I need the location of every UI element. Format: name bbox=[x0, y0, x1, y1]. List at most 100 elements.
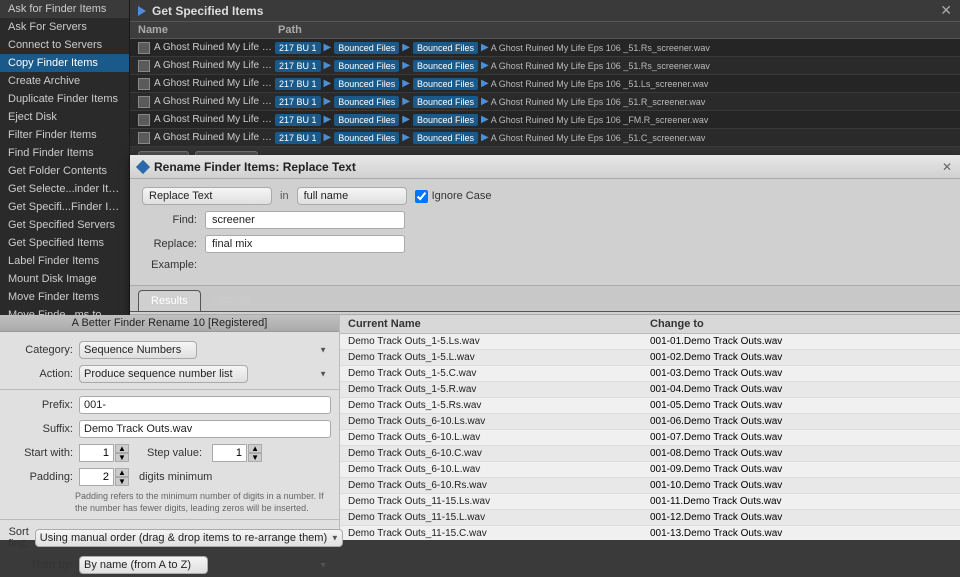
list-item[interactable]: Demo Track Outs_11-15.C.wav001-13.Demo T… bbox=[340, 526, 960, 540]
list-item[interactable]: Demo Track Outs_11-15.L.wav001-12.Demo T… bbox=[340, 510, 960, 526]
step-increment[interactable]: ▲ bbox=[248, 444, 262, 453]
sidebar-item-label: Label Finder Items bbox=[8, 255, 99, 267]
category-label: Category: bbox=[8, 344, 73, 356]
category-select[interactable]: Sequence Numbers bbox=[79, 341, 197, 359]
start-decrement[interactable]: ▼ bbox=[115, 453, 129, 462]
sidebar-item-ask-finder[interactable]: Ask for Finder Items bbox=[0, 0, 129, 18]
replace-input[interactable] bbox=[205, 235, 405, 253]
change-to-name: 001-02.Demo Track Outs.wav bbox=[650, 352, 952, 363]
thenby-select[interactable]: By name (from A to Z) bbox=[79, 556, 208, 574]
list-item[interactable]: Demo Track Outs_6-10.Rs.wav001-10.Demo T… bbox=[340, 478, 960, 494]
suffix-input[interactable] bbox=[79, 420, 331, 438]
path-folder: 217 BU 1 bbox=[275, 42, 321, 54]
current-name: Demo Track Outs_1-5.Rs.wav bbox=[348, 400, 650, 411]
path-arrow-icon: ▶ bbox=[481, 42, 489, 53]
path-folder: Bounced Files bbox=[413, 114, 478, 126]
sidebar-item-get-folder[interactable]: Get Folder Contents bbox=[0, 162, 129, 180]
col-changeto-header: Change to bbox=[650, 318, 952, 330]
change-to-name: 001-08.Demo Track Outs.wav bbox=[650, 448, 952, 459]
current-name: Demo Track Outs_6-10.Rs.wav bbox=[348, 480, 650, 491]
list-item[interactable]: Demo Track Outs_6-10.C.wav001-08.Demo Tr… bbox=[340, 446, 960, 462]
current-name: Demo Track Outs_6-10.Ls.wav bbox=[348, 416, 650, 427]
field-select[interactable]: full name bbox=[297, 187, 407, 205]
path-folder: 217 BU 1 bbox=[275, 132, 321, 144]
rename-tab-results[interactable]: Results bbox=[138, 290, 201, 311]
list-item[interactable]: Demo Track Outs_6-10.L.wav001-07.Demo Tr… bbox=[340, 430, 960, 446]
table-row[interactable]: A Ghost Ruined My Life Eps 10t217 BU 1▶B… bbox=[130, 39, 960, 57]
sidebar-item-label-finder[interactable]: Label Finder Items bbox=[0, 252, 129, 270]
sidebar-item-find-finder[interactable]: Find Finder Items bbox=[0, 144, 129, 162]
step-input[interactable] bbox=[212, 444, 247, 462]
sidebar-item-create-archive[interactable]: Create Archive bbox=[0, 72, 129, 90]
list-item[interactable]: Demo Track Outs_1-5.Ls.wav001-01.Demo Tr… bbox=[340, 334, 960, 350]
file-icon bbox=[138, 96, 150, 108]
list-item[interactable]: Demo Track Outs_11-15.Ls.wav001-11.Demo … bbox=[340, 494, 960, 510]
sidebar-item-duplicate-finder[interactable]: Duplicate Finder Items bbox=[0, 90, 129, 108]
table-row[interactable]: A Ghost Ruined My Life Eps 10t217 BU 1▶B… bbox=[130, 75, 960, 93]
list-item[interactable]: Demo Track Outs_1-5.C.wav001-03.Demo Tra… bbox=[340, 366, 960, 382]
path-arrow-icon: ▶ bbox=[402, 96, 410, 107]
step-decrement[interactable]: ▼ bbox=[248, 453, 262, 462]
file-name: A Ghost Ruined My Life Eps 10t bbox=[154, 132, 274, 143]
list-item[interactable]: Demo Track Outs_1-5.Rs.wav001-05.Demo Tr… bbox=[340, 398, 960, 414]
ignore-case-label: Ignore Case bbox=[415, 190, 492, 203]
path-filename: A Ghost Ruined My Life Eps 106 _FM.R_scr… bbox=[491, 115, 709, 125]
path-arrow-icon: ▶ bbox=[402, 60, 410, 71]
triangle-icon bbox=[138, 6, 146, 16]
find-input[interactable] bbox=[205, 211, 405, 229]
path-arrow-icon: ▶ bbox=[324, 132, 332, 143]
path-arrow-icon: ▶ bbox=[324, 96, 332, 107]
abfr-action-select[interactable]: Produce sequence number list bbox=[79, 365, 248, 383]
action-select[interactable]: Replace Text bbox=[142, 187, 272, 205]
padding-input[interactable] bbox=[79, 468, 114, 486]
thenby-arrow-icon: ▼ bbox=[319, 561, 327, 570]
sidebar-item-get-specifi[interactable]: Get Specifi...Finder Items bbox=[0, 198, 129, 216]
sidebar-item-move-finder[interactable]: Move Finder Items bbox=[0, 288, 129, 306]
start-increment[interactable]: ▲ bbox=[115, 444, 129, 453]
padding-increment[interactable]: ▲ bbox=[115, 468, 129, 477]
file-icon bbox=[138, 78, 150, 90]
list-item[interactable]: Demo Track Outs_1-5.L.wav001-02.Demo Tra… bbox=[340, 350, 960, 366]
path-arrow-icon: ▶ bbox=[324, 60, 332, 71]
sidebar-item-label: Connect to Servers bbox=[8, 39, 102, 51]
sidebar-item-mount-disk[interactable]: Mount Disk Image bbox=[0, 270, 129, 288]
path-filename: A Ghost Ruined My Life Eps 106 _51.Ls_sc… bbox=[491, 79, 709, 89]
list-item[interactable]: Demo Track Outs_1-5.R.wav001-04.Demo Tra… bbox=[340, 382, 960, 398]
find-label: Find: bbox=[142, 214, 197, 226]
path-filename: A Ghost Ruined My Life Eps 106 _51.R_scr… bbox=[491, 97, 706, 107]
sidebar-item-get-specified-servers[interactable]: Get Specified Servers bbox=[0, 216, 129, 234]
padding-unit-label: digits minimum bbox=[139, 471, 212, 483]
panel-close-button[interactable]: ✕ bbox=[940, 2, 952, 19]
table-row[interactable]: A Ghost Ruined My Life Eps 10t217 BU 1▶B… bbox=[130, 93, 960, 111]
sidebar-item-filter-finder[interactable]: Filter Finder Items bbox=[0, 126, 129, 144]
sidebar-item-get-selected[interactable]: Get Selecte...inder Items bbox=[0, 180, 129, 198]
padding-decrement[interactable]: ▼ bbox=[115, 477, 129, 486]
sidebar-item-ask-servers[interactable]: Ask For Servers bbox=[0, 18, 129, 36]
file-name: A Ghost Ruined My Life Eps 10t bbox=[154, 78, 274, 89]
get-specified-panel: Get Specified Items ✕ Name Path A Ghost … bbox=[130, 0, 960, 150]
sidebar-item-label: Eject Disk bbox=[8, 111, 57, 123]
action-arrow-icon: ▼ bbox=[319, 370, 327, 379]
ignore-case-checkbox[interactable] bbox=[415, 190, 428, 203]
sort-select[interactable]: Using manual order (drag & drop items to… bbox=[35, 529, 343, 547]
sidebar-item-connect-servers[interactable]: Connect to Servers bbox=[0, 36, 129, 54]
rename-close-button[interactable]: ✕ bbox=[942, 160, 952, 174]
table-row[interactable]: A Ghost Ruined My Life Eps 10t217 BU 1▶B… bbox=[130, 111, 960, 129]
list-item[interactable]: Demo Track Outs_6-10.L.wav001-09.Demo Tr… bbox=[340, 462, 960, 478]
rename-tab-options[interactable]: Options bbox=[201, 290, 263, 311]
change-to-name: 001-01.Demo Track Outs.wav bbox=[650, 336, 952, 347]
filelist-header: Current Name Change to bbox=[340, 315, 960, 334]
table-row[interactable]: A Ghost Ruined My Life Eps 10t217 BU 1▶B… bbox=[130, 57, 960, 75]
sidebar-item-copy-finder[interactable]: Copy Finder Items bbox=[0, 54, 129, 72]
sidebar-item-eject-disk[interactable]: Eject Disk bbox=[0, 108, 129, 126]
path-arrow-icon: ▶ bbox=[481, 60, 489, 71]
start-input[interactable] bbox=[79, 444, 114, 462]
table-row[interactable]: A Ghost Ruined My Life Eps 10t217 BU 1▶B… bbox=[130, 129, 960, 147]
path-folder: 217 BU 1 bbox=[275, 96, 321, 108]
sidebar-item-get-specified-items[interactable]: Get Specified Items bbox=[0, 234, 129, 252]
path-filename: A Ghost Ruined My Life Eps 106 _51.C_scr… bbox=[491, 133, 706, 143]
list-item[interactable]: Demo Track Outs_6-10.Ls.wav001-06.Demo T… bbox=[340, 414, 960, 430]
prefix-input[interactable] bbox=[79, 396, 331, 414]
sidebar-item-label: Get Specified Items bbox=[8, 237, 104, 249]
in-label: in bbox=[280, 190, 289, 202]
